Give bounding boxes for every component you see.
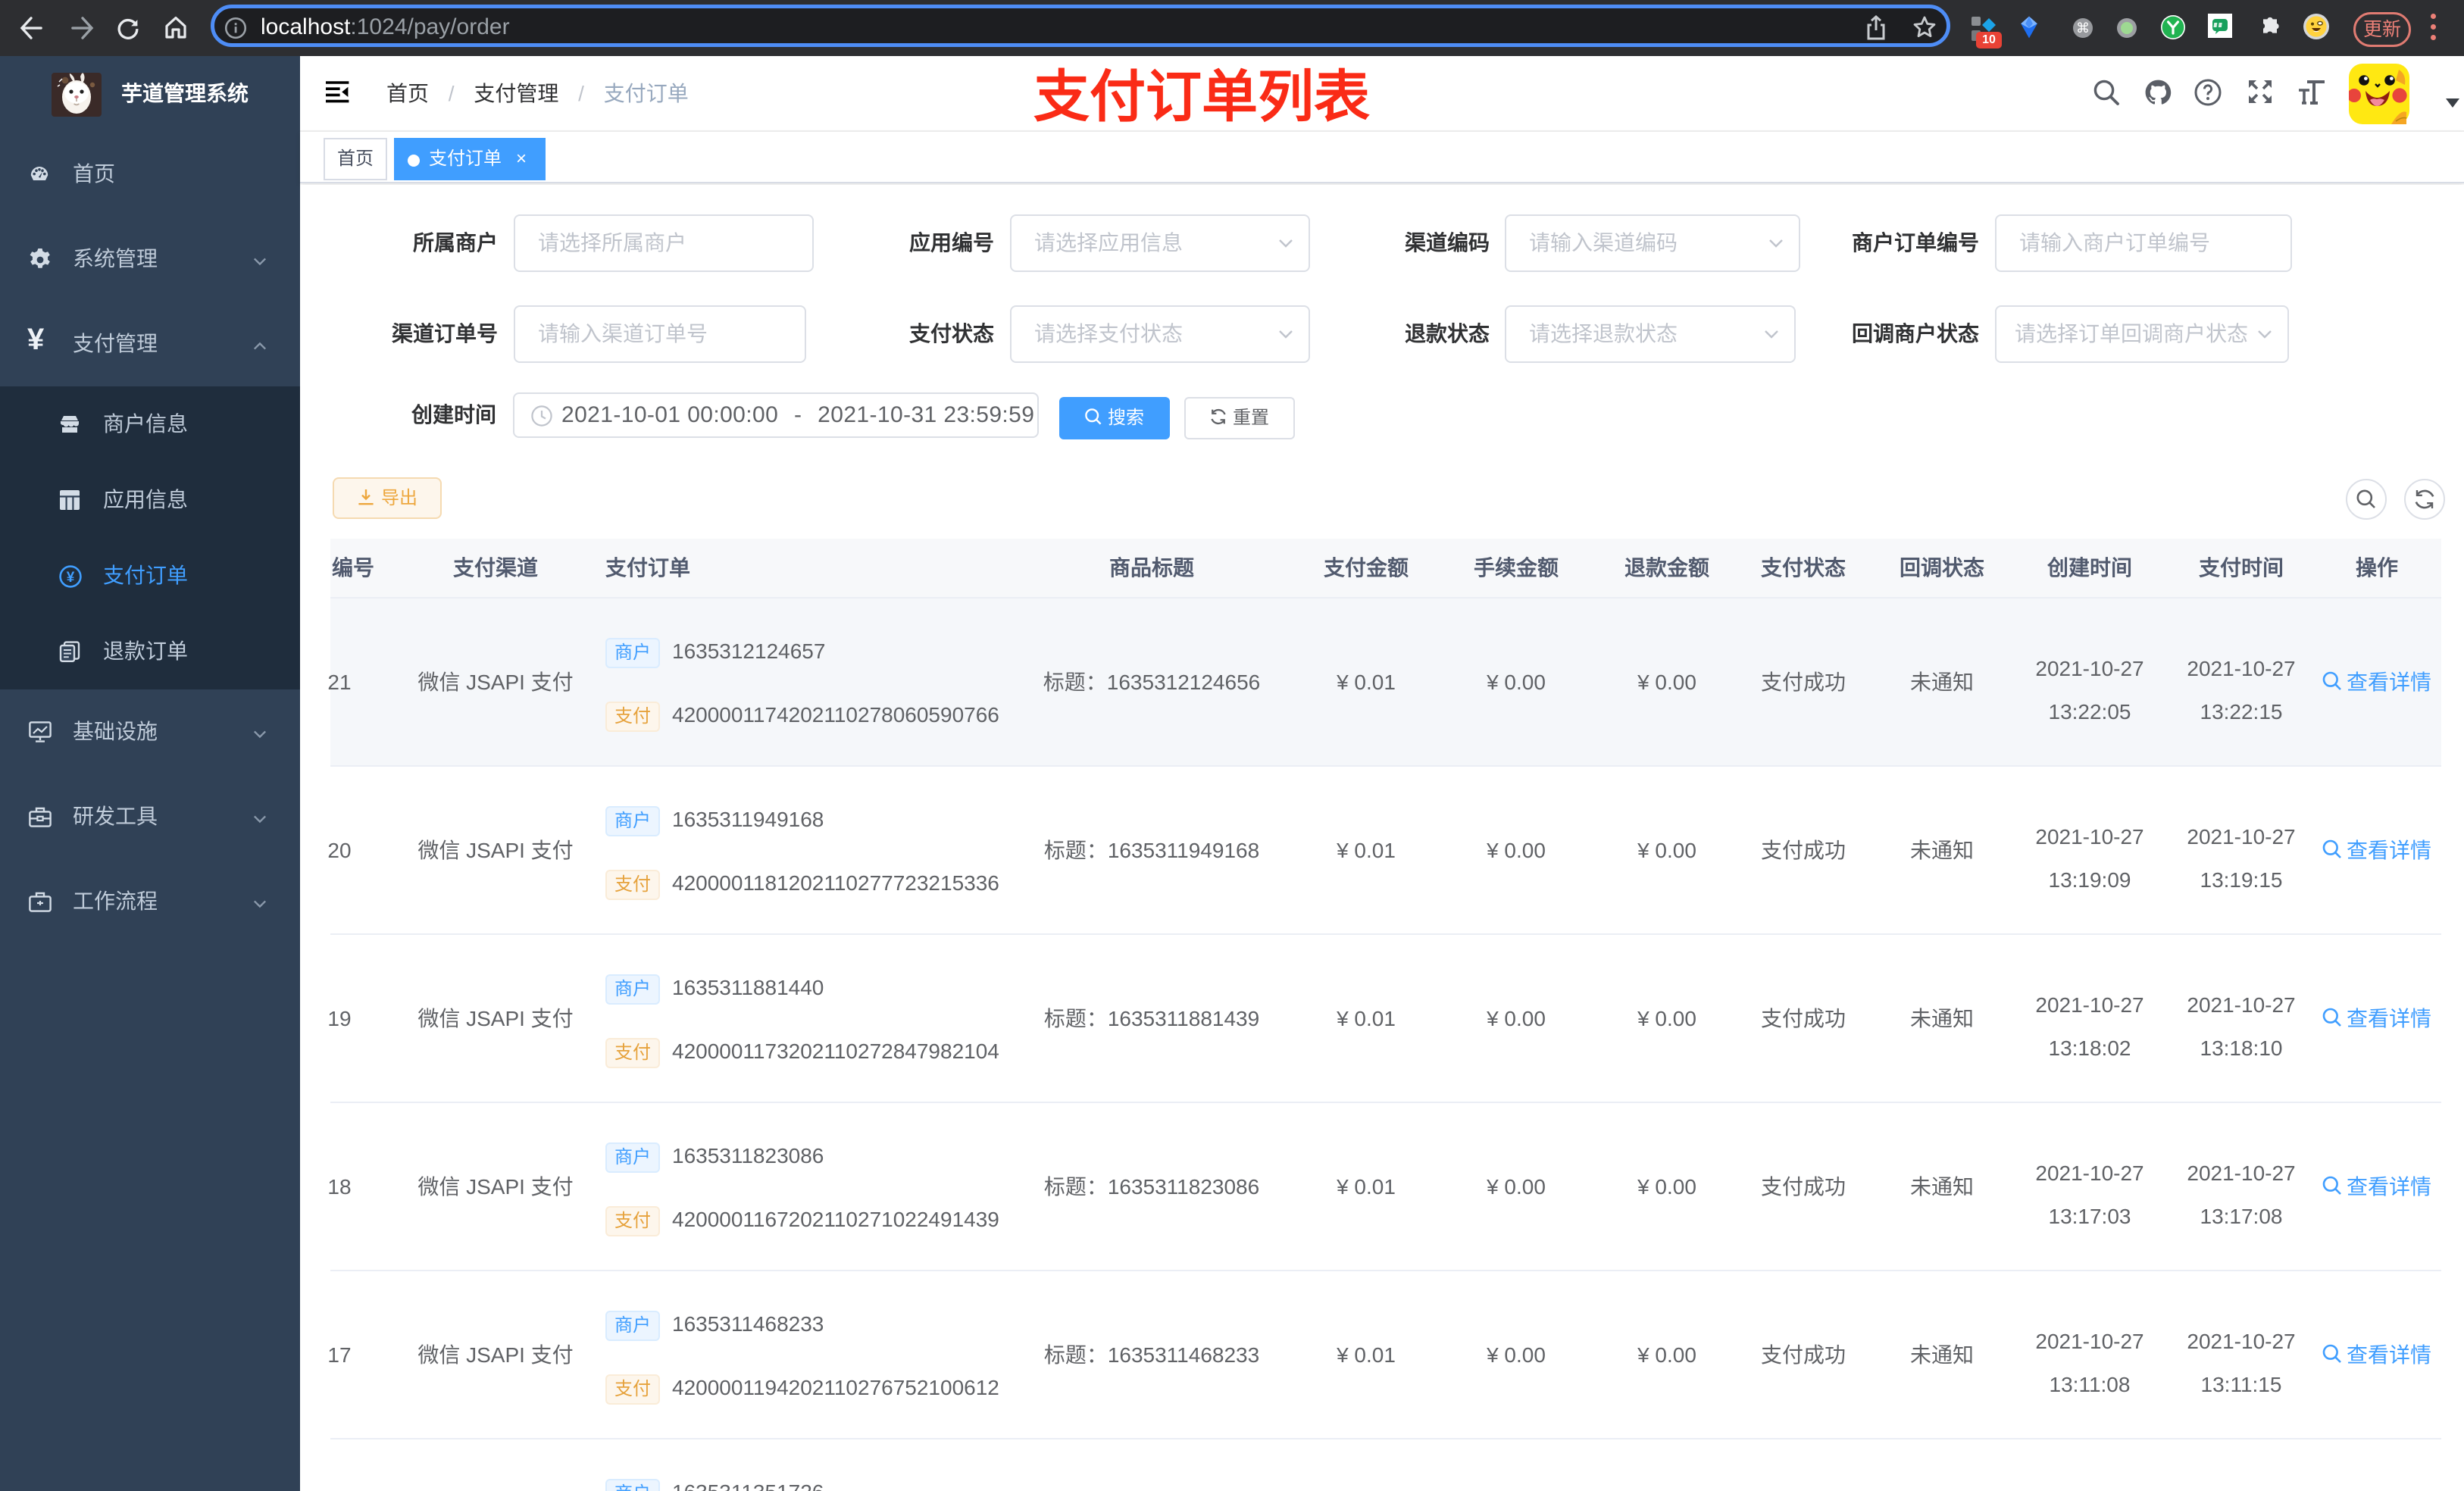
- svg-text:¥: ¥: [67, 570, 75, 586]
- svg-text:⌘: ⌘: [2076, 20, 2090, 36]
